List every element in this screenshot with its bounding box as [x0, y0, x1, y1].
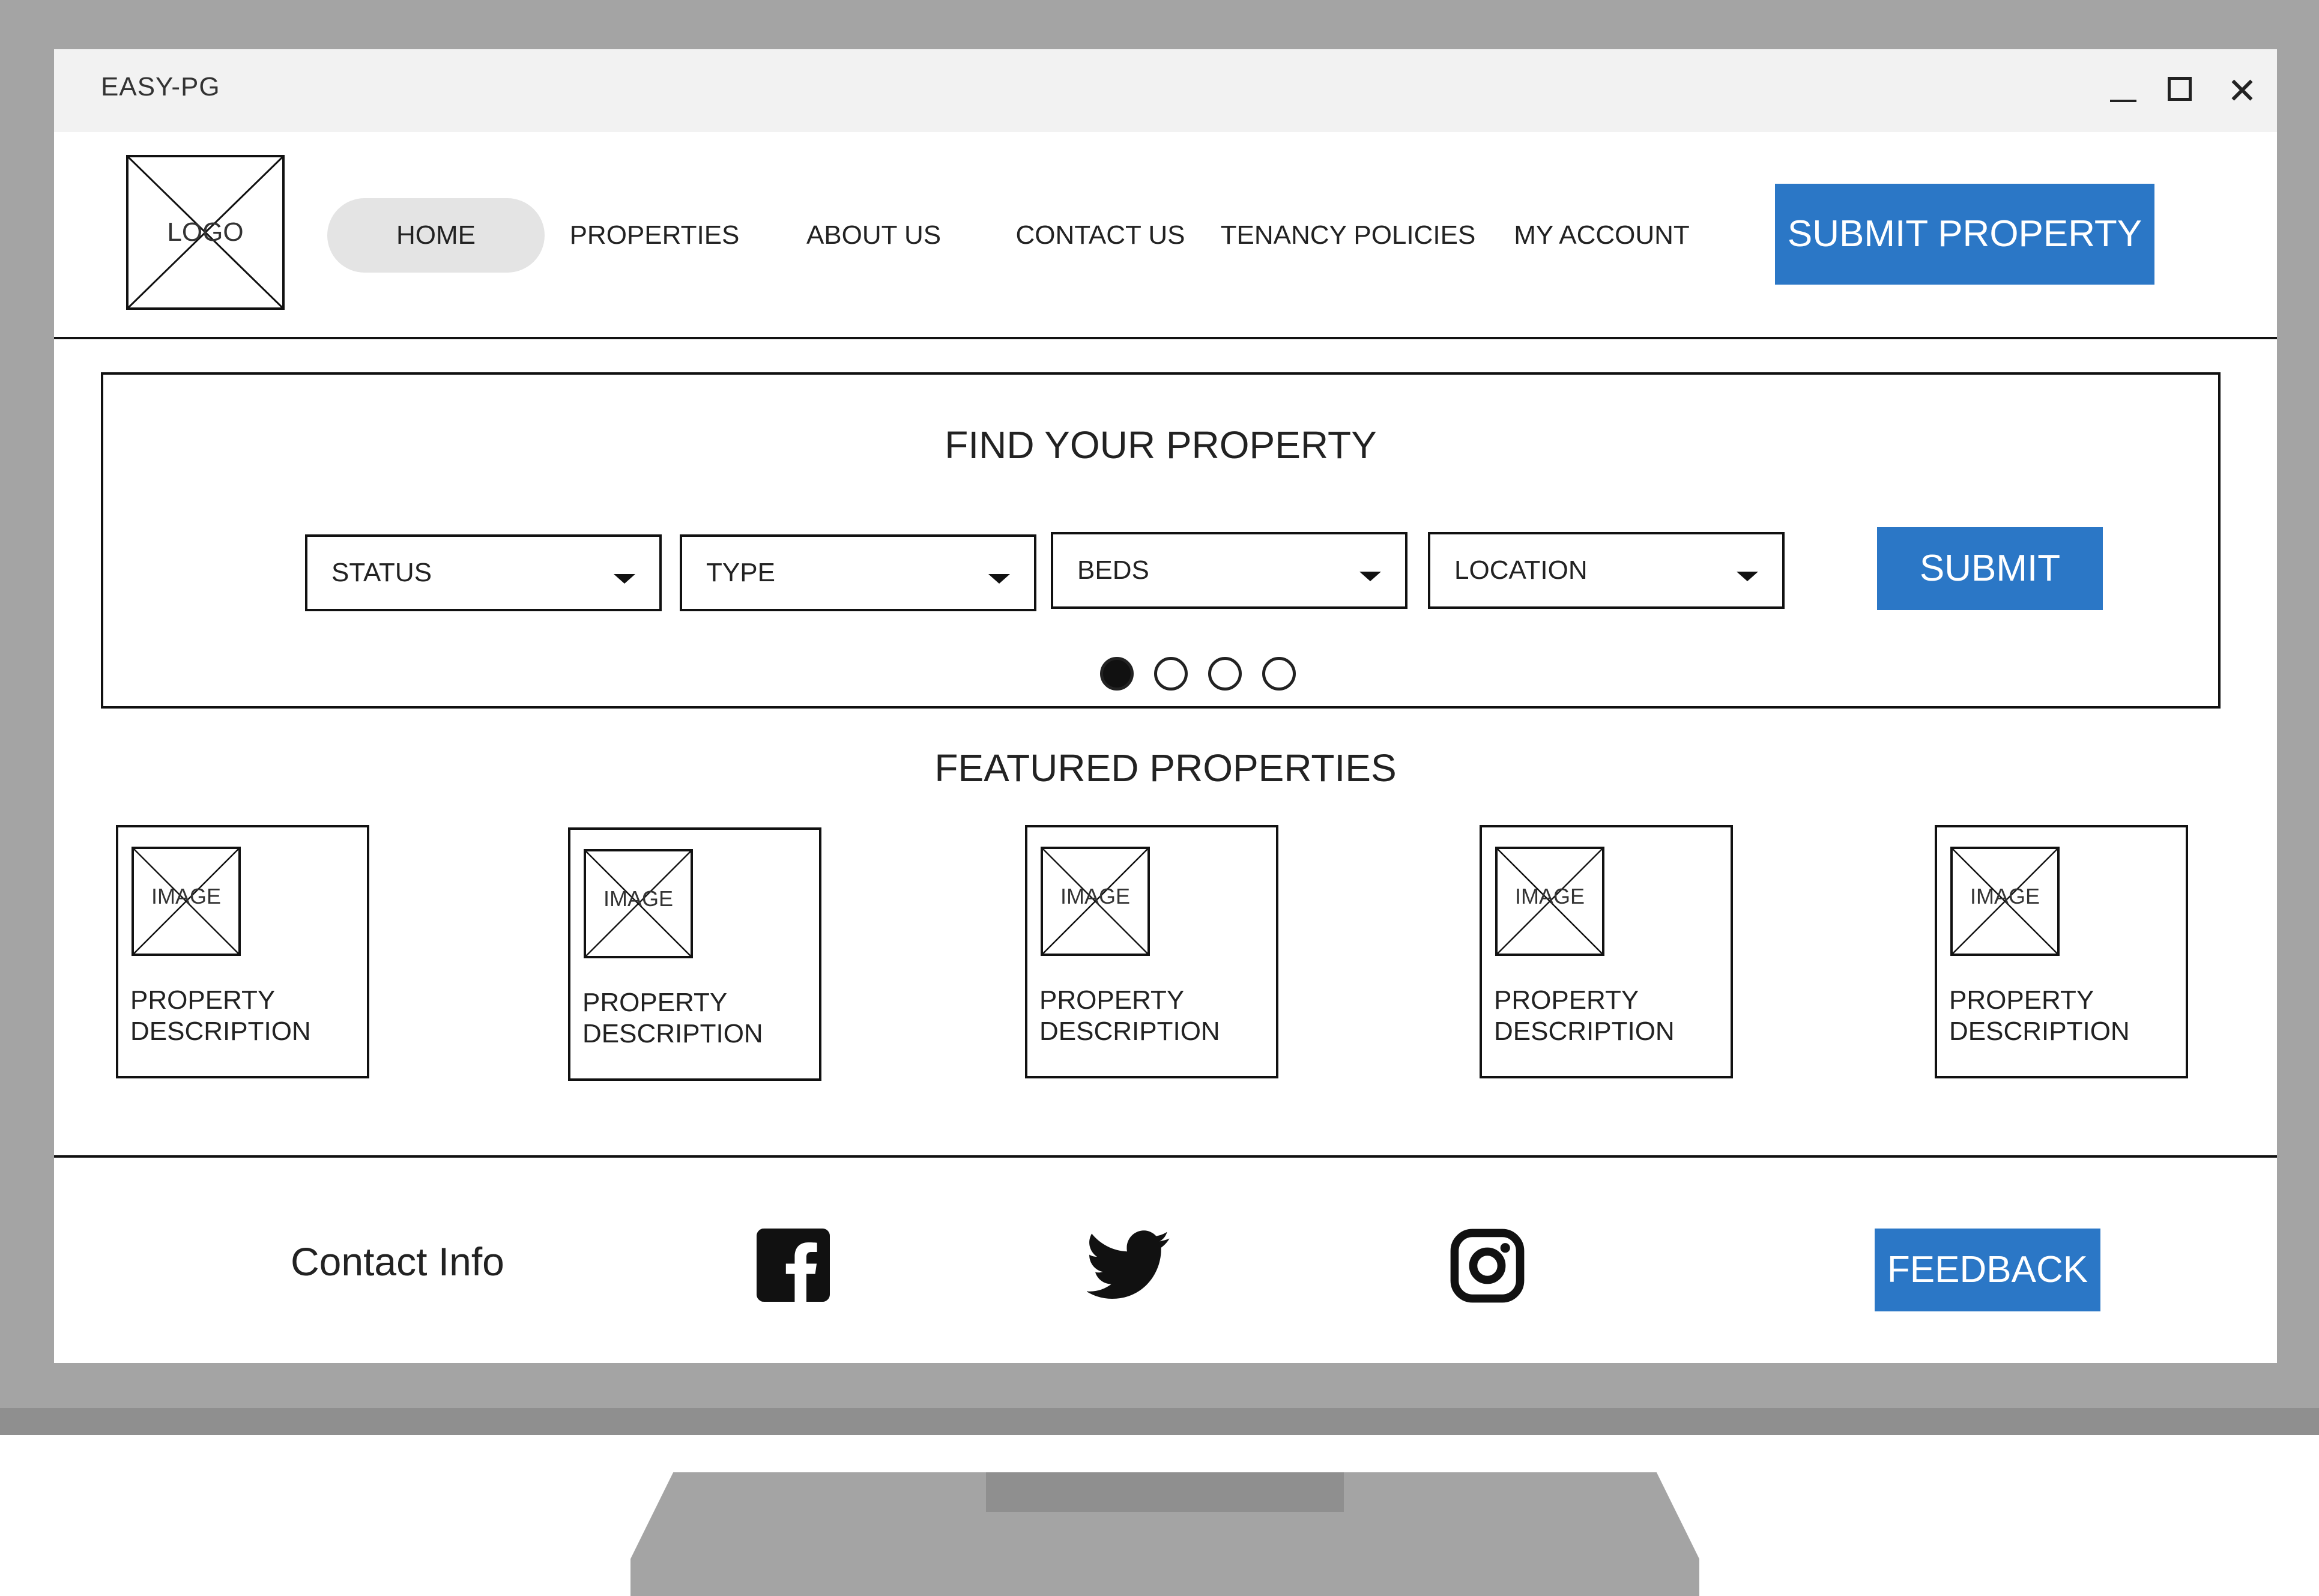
- monitor-stand-neck: [986, 1472, 1344, 1512]
- carousel-dot[interactable]: [1208, 657, 1242, 691]
- find-property-title: FIND YOUR PROPERTY: [945, 423, 1377, 467]
- nav-item-label: TENANCY POLICIES: [1220, 220, 1476, 250]
- type-select-label: TYPE: [706, 558, 775, 587]
- minimize-icon: [2110, 100, 2136, 102]
- find-property-panel: FIND YOUR PROPERTY STATUS TYPE BEDS LOCA…: [101, 372, 2221, 709]
- property-card[interactable]: IMAGE PROPERTY DESCRIPTION: [1025, 825, 1278, 1078]
- window-title: EASY-PG: [101, 72, 220, 101]
- caret-down-icon: [614, 574, 635, 584]
- nav-item-home[interactable]: HOME: [327, 198, 545, 273]
- featured-properties-title: FEATURED PROPERTIES: [934, 746, 1397, 790]
- property-description-line: DESCRIPTION: [1949, 1017, 2130, 1046]
- property-card[interactable]: IMAGE PROPERTY DESCRIPTION: [1935, 825, 2188, 1078]
- minimize-button[interactable]: [2096, 67, 2144, 115]
- instagram-icon[interactable]: [1450, 1229, 1525, 1303]
- nav-item-label: ABOUT US: [806, 220, 942, 250]
- nav-item-tenancy-policies[interactable]: TENANCY POLICIES: [1219, 198, 1477, 273]
- nav-item-my-account[interactable]: MY ACCOUNT: [1501, 198, 1702, 273]
- nav-item-properties[interactable]: PROPERTIES: [567, 198, 742, 273]
- twitter-icon[interactable]: [1086, 1230, 1171, 1302]
- nav-item-label: MY ACCOUNT: [1514, 220, 1690, 250]
- site-header: LOGO HOME PROPERTIES ABOUT US CONTACT US…: [54, 132, 2277, 339]
- nav-item-label: HOME: [396, 220, 476, 250]
- monitor-bezel-bottom: [0, 1408, 2319, 1435]
- carousel-dot[interactable]: [1154, 657, 1188, 691]
- property-image: IMAGE: [1041, 847, 1150, 956]
- property-description-line: DESCRIPTION: [1494, 1017, 1675, 1046]
- search-submit-button[interactable]: SUBMIT: [1877, 527, 2103, 610]
- location-select-label: LOCATION: [1454, 555, 1588, 585]
- caret-down-icon: [1359, 572, 1381, 581]
- beds-select-label: BEDS: [1077, 555, 1149, 585]
- site-footer: Contact Info FEEDBACK: [54, 1155, 2277, 1363]
- property-description: PROPERTY DESCRIPTION: [1039, 985, 1274, 1047]
- property-description-line: PROPERTY: [1494, 985, 1639, 1015]
- beds-select[interactable]: BEDS: [1051, 532, 1407, 609]
- status-select[interactable]: STATUS: [305, 534, 662, 611]
- property-description: PROPERTY DESCRIPTION: [1949, 985, 2183, 1047]
- property-card[interactable]: IMAGE PROPERTY DESCRIPTION: [1480, 825, 1733, 1078]
- caret-down-icon: [1737, 572, 1758, 581]
- property-image: IMAGE: [1950, 847, 2060, 956]
- property-image: IMAGE: [132, 847, 241, 956]
- maximize-button[interactable]: [2156, 67, 2204, 115]
- logo-label: LOGO: [167, 217, 244, 247]
- nav-item-label: CONTACT US: [1015, 220, 1185, 250]
- browser-window: EASY-PG ✕ LOGO HOME PROPERTIES ABOUT US …: [54, 49, 2277, 1363]
- type-select[interactable]: TYPE: [680, 534, 1036, 611]
- nav-item-about-us[interactable]: ABOUT US: [784, 198, 964, 273]
- contact-info-link[interactable]: Contact Info: [291, 1239, 504, 1284]
- property-description-line: PROPERTY: [130, 985, 276, 1015]
- property-description: PROPERTY DESCRIPTION: [130, 985, 364, 1047]
- logo[interactable]: LOGO: [126, 155, 285, 310]
- property-description-line: DESCRIPTION: [130, 1017, 311, 1046]
- property-image: IMAGE: [1495, 847, 1604, 956]
- property-card[interactable]: IMAGE PROPERTY DESCRIPTION: [116, 825, 369, 1078]
- image-label: IMAGE: [1514, 884, 1585, 908]
- image-label: IMAGE: [603, 886, 673, 911]
- property-description: PROPERTY DESCRIPTION: [582, 987, 817, 1050]
- caret-down-icon: [988, 574, 1010, 584]
- carousel-dot[interactable]: [1100, 657, 1134, 691]
- feedback-button[interactable]: FEEDBACK: [1875, 1229, 2100, 1311]
- maximize-icon: [2168, 77, 2192, 101]
- close-button[interactable]: ✕: [2218, 67, 2266, 115]
- property-description-line: DESCRIPTION: [582, 1019, 763, 1048]
- property-card[interactable]: IMAGE PROPERTY DESCRIPTION: [568, 827, 821, 1081]
- location-select[interactable]: LOCATION: [1428, 532, 1785, 609]
- property-description-line: PROPERTY: [1949, 985, 2094, 1015]
- close-icon: ✕: [2227, 71, 2258, 111]
- submit-property-button[interactable]: SUBMIT PROPERTY: [1775, 184, 2154, 285]
- status-select-label: STATUS: [331, 558, 432, 587]
- image-label: IMAGE: [1970, 884, 2040, 908]
- carousel-dot[interactable]: [1262, 657, 1296, 691]
- nav-item-contact-us[interactable]: CONTACT US: [997, 198, 1204, 273]
- property-description-line: PROPERTY: [582, 988, 728, 1017]
- property-description-line: PROPERTY: [1039, 985, 1185, 1015]
- property-image: IMAGE: [584, 849, 693, 958]
- property-description-line: DESCRIPTION: [1039, 1017, 1220, 1046]
- property-description: PROPERTY DESCRIPTION: [1494, 985, 1728, 1047]
- title-bar: EASY-PG ✕: [54, 49, 2277, 132]
- facebook-icon[interactable]: [757, 1229, 830, 1302]
- image-label: IMAGE: [1060, 884, 1130, 908]
- nav-item-label: PROPERTIES: [569, 220, 740, 250]
- image-label: IMAGE: [151, 884, 221, 908]
